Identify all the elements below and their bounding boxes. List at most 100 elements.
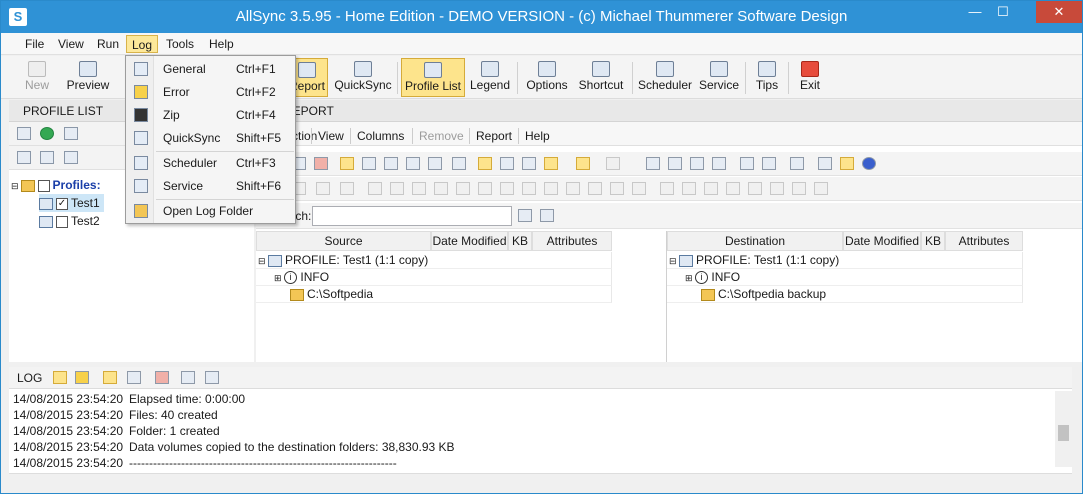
destination-date-header[interactable]: Date Modified bbox=[843, 231, 921, 251]
file-icon[interactable] bbox=[368, 182, 382, 195]
move-icon[interactable] bbox=[406, 157, 420, 170]
file-icon[interactable] bbox=[660, 182, 674, 195]
test2-checkbox[interactable] bbox=[56, 215, 68, 228]
print-icon[interactable] bbox=[740, 157, 754, 170]
file-icon[interactable] bbox=[726, 182, 740, 195]
time-icon[interactable] bbox=[500, 157, 514, 170]
clear-log-icon[interactable] bbox=[155, 371, 169, 384]
search-icon[interactable] bbox=[17, 127, 31, 140]
file-warning-icon[interactable] bbox=[205, 371, 219, 384]
run-icon[interactable] bbox=[40, 127, 55, 140]
file-icon[interactable] bbox=[456, 182, 470, 195]
tools-icon[interactable] bbox=[606, 157, 620, 170]
file-icon[interactable] bbox=[544, 182, 558, 195]
source-attributes-header[interactable]: Attributes bbox=[532, 231, 612, 251]
grid-icon[interactable] bbox=[712, 157, 726, 170]
source-folder-row[interactable]: C:\Softpedia bbox=[256, 286, 612, 303]
quicksync-button[interactable]: QuickSync bbox=[332, 58, 394, 97]
expand-icon[interactable]: ⊞ bbox=[685, 273, 695, 283]
shortcut-button[interactable]: Shortcut bbox=[575, 58, 627, 97]
source-profile-row[interactable]: ⊟ PROFILE: Test1 (1:1 copy) bbox=[256, 252, 612, 269]
preview-button[interactable]: Preview bbox=[63, 58, 113, 97]
file-icon[interactable] bbox=[434, 182, 448, 195]
paste-icon[interactable] bbox=[340, 182, 354, 195]
source-info-row[interactable]: ⊞ i INFO bbox=[256, 269, 612, 286]
delete-icon[interactable] bbox=[314, 157, 328, 170]
options-button[interactable]: Options bbox=[523, 58, 571, 97]
test1-checkbox[interactable]: ✓ bbox=[56, 197, 68, 210]
menu-help[interactable]: Help bbox=[204, 35, 239, 53]
source-column-header[interactable]: Source bbox=[256, 231, 431, 251]
destination-column-header[interactable]: Destination bbox=[667, 231, 843, 251]
menu-file[interactable]: File bbox=[20, 35, 49, 53]
menu-view[interactable]: View bbox=[53, 35, 89, 53]
copy-icon[interactable] bbox=[316, 182, 330, 195]
file-icon[interactable] bbox=[610, 182, 624, 195]
kb-icon[interactable] bbox=[544, 157, 558, 170]
copy-icon[interactable] bbox=[384, 157, 398, 170]
split-icon[interactable] bbox=[668, 157, 682, 170]
new-button[interactable]: New bbox=[19, 58, 55, 97]
help-warning-icon[interactable] bbox=[181, 371, 195, 384]
close-button[interactable]: ✕ bbox=[1036, 1, 1082, 23]
destination-folder-row[interactable]: C:\Softpedia backup bbox=[667, 286, 1023, 303]
arrow-left-icon[interactable] bbox=[704, 182, 718, 195]
tips-button[interactable]: Tips bbox=[751, 58, 783, 97]
destination-kb-header[interactable]: KB bbox=[921, 231, 945, 251]
columns-icon[interactable] bbox=[690, 157, 704, 170]
tree-item-test1[interactable]: ✓ Test1 bbox=[39, 194, 104, 212]
file-icon[interactable] bbox=[500, 182, 514, 195]
search-next-icon[interactable] bbox=[540, 209, 554, 222]
question-icon[interactable] bbox=[566, 182, 580, 195]
arrow-right-icon[interactable] bbox=[682, 182, 696, 195]
log-menu-general[interactable]: General Ctrl+F1 bbox=[126, 58, 295, 80]
menu-log[interactable]: Log bbox=[126, 35, 159, 53]
report-menu-columns[interactable]: Columns bbox=[357, 128, 404, 144]
tree-item-test2[interactable]: Test2 bbox=[39, 212, 100, 230]
settings-icon[interactable] bbox=[790, 157, 804, 170]
title-bar[interactable]: S AllSync 3.5.95 - Home Edition - DEMO V… bbox=[1, 1, 1082, 33]
report-menu-report[interactable]: Report bbox=[476, 128, 512, 144]
scheduler-button[interactable]: Scheduler bbox=[637, 58, 693, 97]
collapse-icon[interactable]: ⊟ bbox=[258, 256, 268, 266]
info-icon[interactable] bbox=[818, 157, 832, 170]
service-button[interactable]: Service bbox=[698, 58, 740, 97]
pause-icon[interactable] bbox=[63, 127, 78, 140]
new-profile-icon[interactable] bbox=[17, 151, 31, 164]
root-checkbox[interactable] bbox=[37, 179, 50, 192]
log-vertical-scrollbar[interactable] bbox=[1055, 391, 1072, 467]
destination-attributes-header[interactable]: Attributes bbox=[945, 231, 1023, 251]
log-menu-scheduler[interactable]: Scheduler Ctrl+F3 bbox=[126, 152, 295, 174]
arrow-right-icon[interactable] bbox=[390, 182, 404, 195]
attributes-icon[interactable] bbox=[576, 157, 590, 170]
file-icon[interactable] bbox=[632, 182, 646, 195]
search-input[interactable] bbox=[312, 206, 512, 226]
arrow-left-icon[interactable] bbox=[412, 182, 426, 195]
add-icon[interactable] bbox=[63, 151, 78, 164]
size-icon[interactable] bbox=[522, 157, 536, 170]
tree-root[interactable]: ⊟ Profiles: bbox=[11, 176, 101, 194]
scrollbar-thumb[interactable] bbox=[1058, 425, 1069, 441]
file-icon[interactable] bbox=[588, 182, 602, 195]
notes-icon[interactable] bbox=[840, 157, 854, 170]
expand-icon[interactable]: ⊞ bbox=[274, 273, 284, 283]
search-prev-icon[interactable] bbox=[518, 209, 532, 222]
report-menu-help[interactable]: Help bbox=[525, 128, 550, 144]
details-icon[interactable] bbox=[478, 157, 492, 170]
collapse-icon[interactable]: ⊟ bbox=[669, 256, 679, 266]
minimize-button[interactable]: — bbox=[962, 1, 988, 23]
delete-icon[interactable] bbox=[522, 182, 536, 195]
collapse-icon[interactable]: ⊟ bbox=[11, 181, 19, 191]
maximize-button[interactable]: ☐ bbox=[990, 1, 1016, 23]
move-icon[interactable] bbox=[40, 151, 55, 164]
log-menu-quicksync[interactable]: QuickSync Shift+F5 bbox=[126, 127, 295, 149]
menu-tools[interactable]: Tools bbox=[161, 35, 199, 53]
log-menu-error[interactable]: Error Ctrl+F2 bbox=[126, 81, 295, 103]
exit-button[interactable]: Exit bbox=[795, 58, 825, 97]
file-icon[interactable] bbox=[814, 182, 828, 195]
file-icon[interactable] bbox=[770, 182, 784, 195]
folder-icon[interactable] bbox=[452, 157, 466, 170]
file-icon[interactable] bbox=[748, 182, 762, 195]
export-icon[interactable] bbox=[762, 157, 776, 170]
report-menu-remove[interactable]: Remove bbox=[419, 128, 464, 144]
